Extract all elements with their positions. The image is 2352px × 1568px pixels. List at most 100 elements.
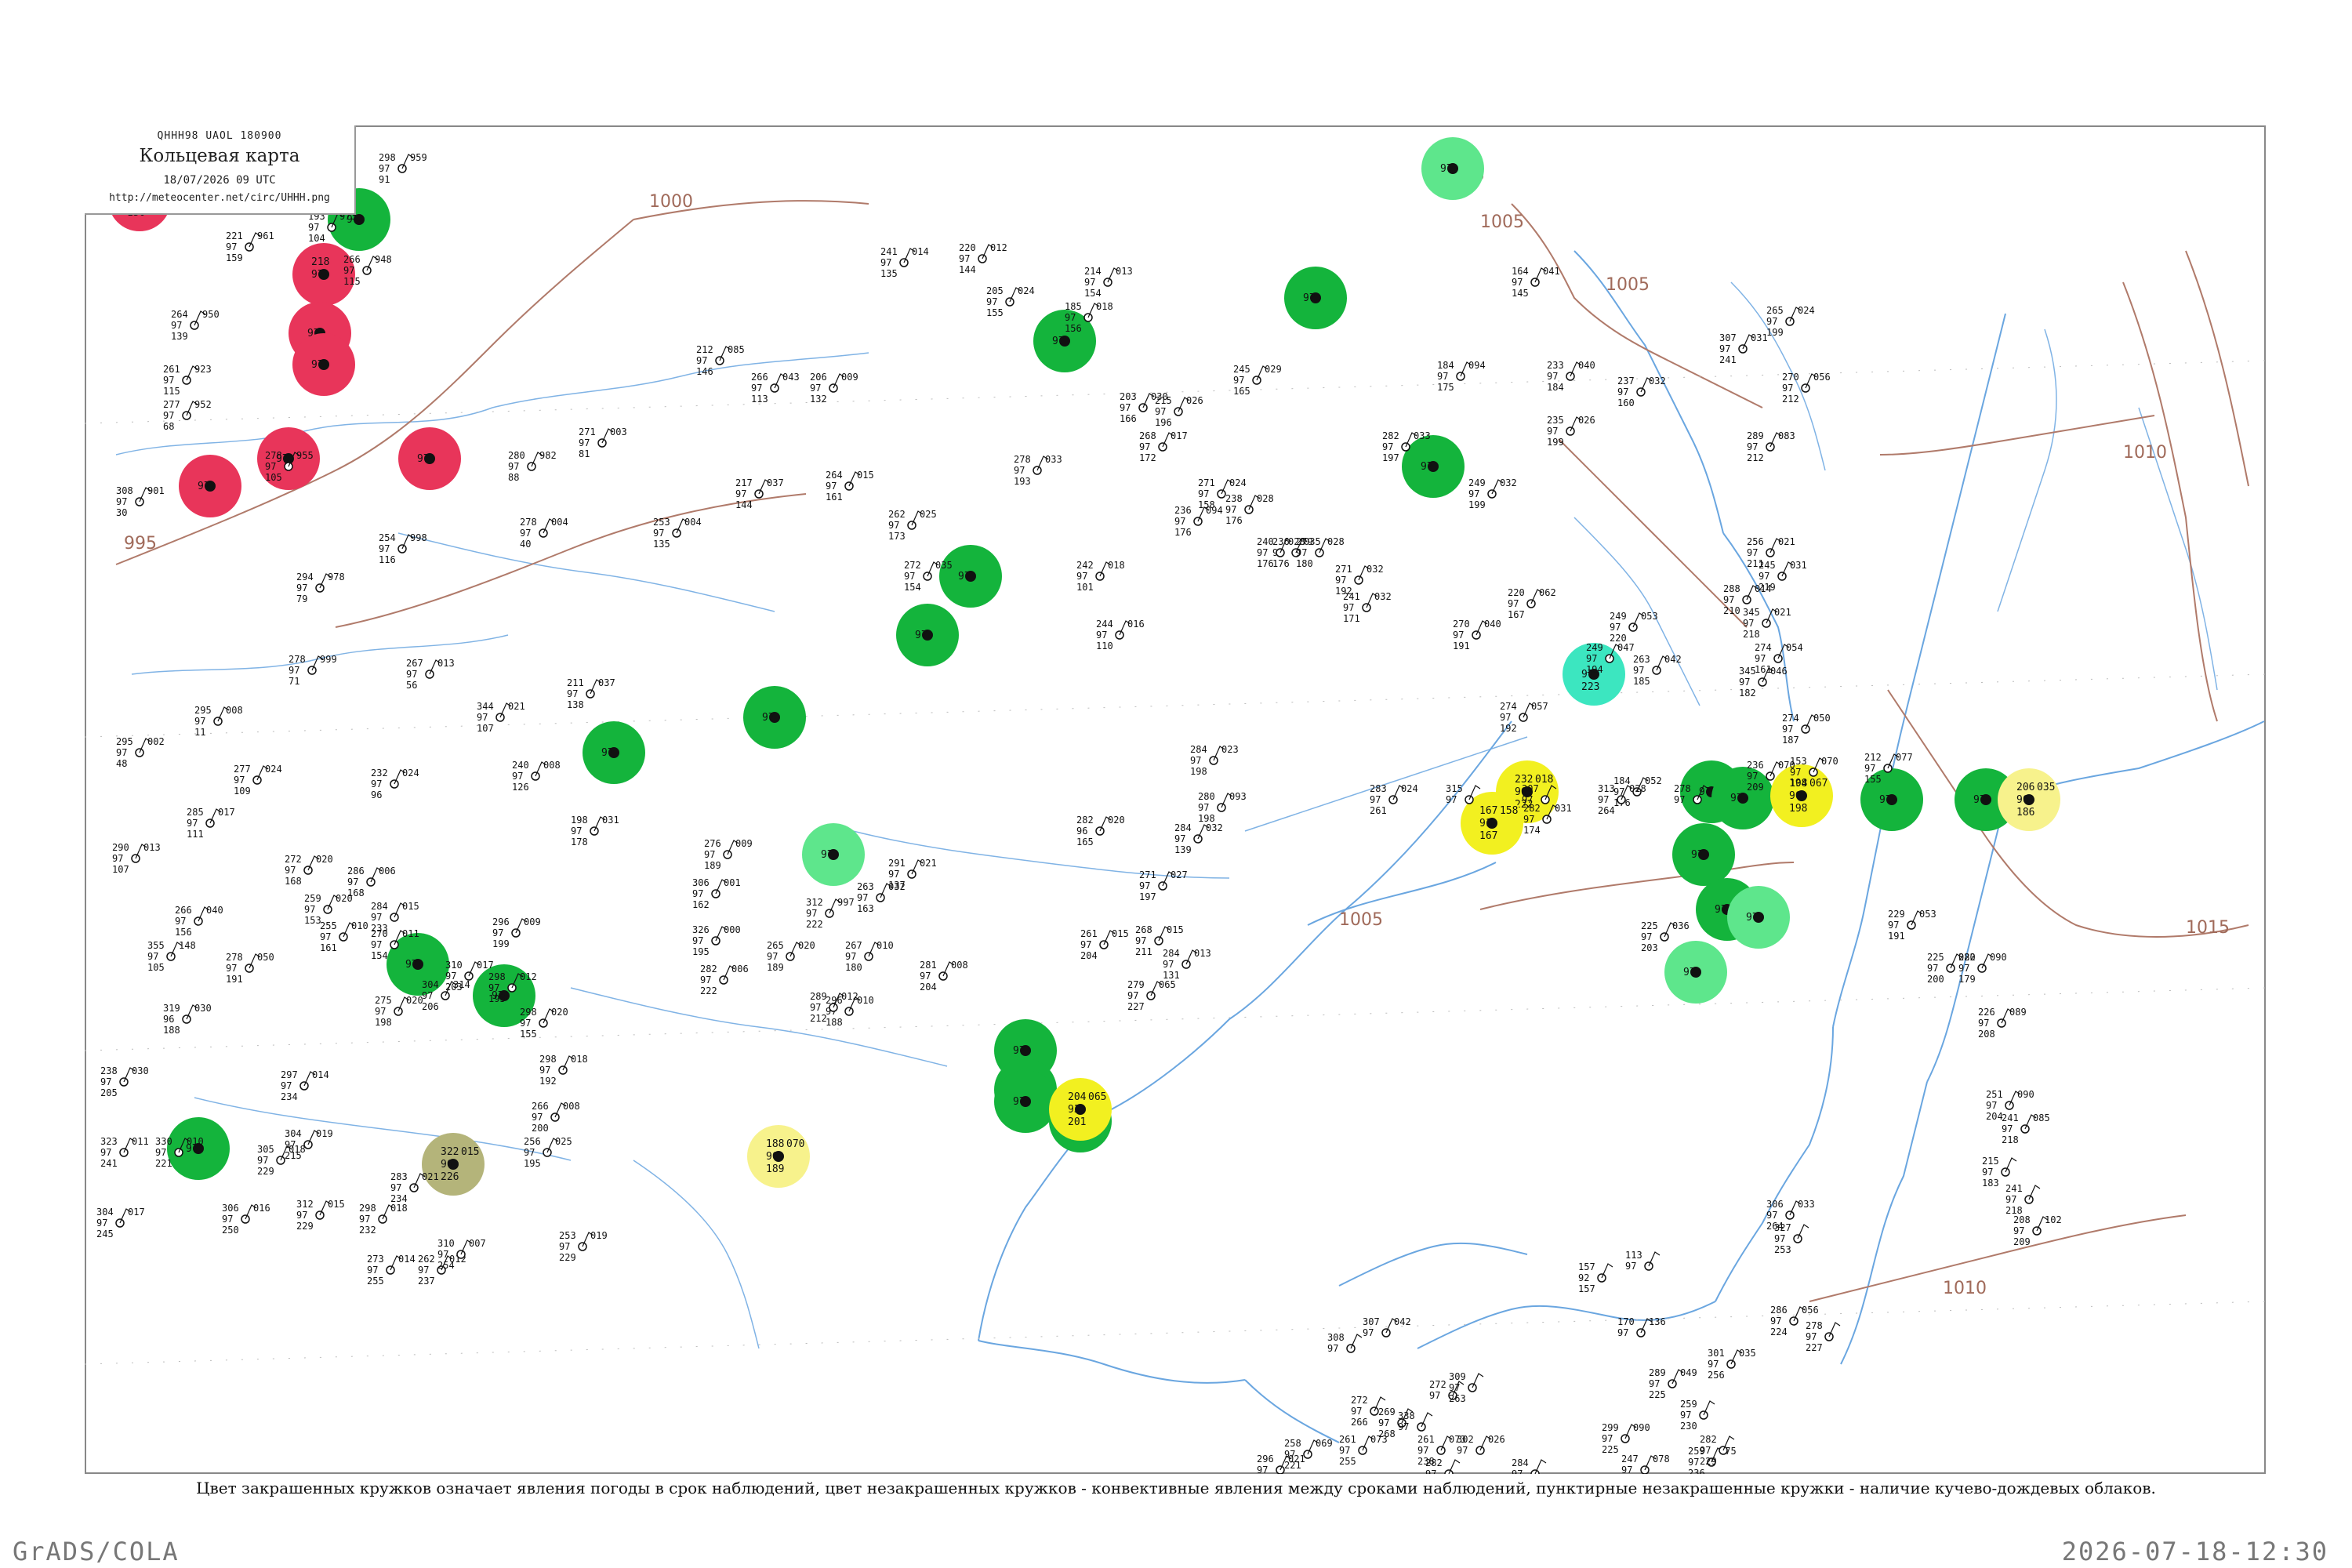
station-value: 302 — [1457, 1434, 1474, 1445]
filled-station-circle[interactable]: 20493201 065 — [1049, 1078, 1112, 1141]
station-value: 236 — [1174, 505, 1192, 516]
station-value: 97 — [1014, 465, 1025, 476]
station-value: 97 — [1759, 571, 1769, 582]
station-value: 274 — [1500, 701, 1517, 712]
station-value: 97 — [1674, 794, 1685, 805]
station-value: 019 — [316, 1128, 333, 1139]
filled-station-circle[interactable]: 18896189 070 — [747, 1125, 810, 1188]
station-value: 97 — [1437, 371, 1448, 382]
station-value: 97 — [1257, 1465, 1268, 1474]
weather-map[interactable]: 995 1000 1005 1005 1005 1005 1010 1010 1… — [84, 125, 2267, 1490]
filled-station-circle[interactable]: 97 — [1664, 941, 1727, 1004]
station-value: 008 — [563, 1101, 580, 1112]
station-value: 020 — [406, 995, 423, 1006]
station-value: 139 — [171, 331, 188, 342]
station-value: 113 — [751, 394, 768, 405]
station-value: 199 — [1468, 499, 1486, 510]
station-value: 170 — [1617, 1316, 1635, 1327]
station-value: 184 — [1437, 360, 1454, 371]
filled-station-circle[interactable]: 20696186 035 — [1998, 768, 2060, 831]
station-value: 92 — [1578, 1272, 1589, 1283]
filled-station-circle[interactable]: 97 — [583, 721, 645, 784]
station-value: 013 — [437, 658, 455, 669]
station-value: 272 — [1429, 1379, 1446, 1390]
filled-station-circle[interactable]: 32296226 015 — [422, 1133, 485, 1196]
station-value: 97 — [857, 892, 868, 903]
filled-station-circle[interactable]: 97 — [743, 686, 806, 749]
station-value: 154 — [371, 950, 388, 961]
station-value: 167 — [1479, 830, 1497, 842]
station-value: 212 — [1782, 394, 1799, 405]
station-value: 97 — [1747, 771, 1758, 782]
station-value: 249 — [1468, 477, 1486, 488]
source-url[interactable]: http://meteocenter.net/circ/UHHH.png — [85, 192, 354, 204]
filled-station-circle[interactable]: 97 — [1284, 267, 1347, 329]
station-value: 105 — [265, 472, 282, 483]
station-value: 97 — [1190, 755, 1201, 766]
filled-station-circle[interactable]: 97 — [994, 1070, 1057, 1133]
station-value: 79 — [296, 593, 307, 604]
station-value: 021 — [422, 1171, 439, 1182]
filled-station-circle[interactable]: 97 — [1421, 137, 1484, 200]
station-value: 211 — [1135, 946, 1152, 957]
station-value: 144 — [735, 499, 753, 510]
station-value: 97 — [311, 269, 324, 281]
station-value: 97 — [367, 1265, 378, 1276]
station-value: 97 — [281, 1080, 292, 1091]
filled-station-circle[interactable]: 19896198067 — [1770, 764, 1833, 827]
station-value: 191 — [226, 974, 243, 985]
station-value: 167 — [1508, 609, 1525, 620]
station-value: 97 — [1523, 814, 1534, 825]
station-value: 344 — [477, 701, 494, 712]
filled-station-circle[interactable]: 97 — [802, 823, 865, 886]
station-value: 203 — [445, 982, 463, 993]
station-value: 238 — [100, 1065, 118, 1076]
filled-station-circle[interactable]: 97 — [292, 333, 355, 396]
station-value: 245 — [1759, 560, 1776, 571]
station-value: 101 — [1076, 582, 1094, 593]
station-value: 194 — [1586, 664, 1603, 675]
filled-station-circle[interactable]: 97 — [896, 604, 959, 666]
station-value: 018 — [1096, 301, 1113, 312]
filled-station-circle[interactable]: 97 — [167, 1117, 230, 1180]
map-info-box: QHHH98 UAOL 180900 Кольцевая карта 18/07… — [85, 125, 356, 215]
station-value: 161 — [1755, 664, 1772, 675]
station-value: 010 — [351, 920, 368, 931]
station-value: 001 — [724, 877, 741, 888]
station-value: 97 — [1198, 802, 1209, 813]
station-value: 241 — [2002, 1112, 2019, 1123]
station-value: 113 — [1625, 1250, 1642, 1261]
filled-station-circle[interactable]: 97 — [1672, 823, 1735, 886]
filled-station-circle[interactable]: 97 — [939, 545, 1002, 608]
filled-station-circle[interactable]: 97 — [398, 427, 461, 490]
station-value: 104 — [1790, 778, 1807, 789]
filled-station-circle[interactable]: 97 — [1727, 886, 1790, 949]
station-value: 282 — [1425, 1457, 1443, 1468]
filled-station-circle[interactable]: 97 — [1402, 435, 1465, 498]
station-value: 278 — [1014, 454, 1031, 465]
station-value: 167 — [1479, 805, 1497, 817]
station-value: 210 — [1723, 605, 1740, 616]
station-value: 241 — [2005, 1183, 2023, 1194]
station-value: 97 — [1398, 1421, 1409, 1432]
station-value: 97 — [1617, 387, 1628, 397]
station-value: 68 — [163, 421, 174, 432]
station-value: 241 — [880, 246, 898, 257]
station-value: 017 — [1171, 430, 1188, 441]
station-value: 97 — [1417, 1445, 1428, 1456]
station-value: 026 — [1186, 395, 1203, 406]
station-value: 97 — [492, 927, 503, 938]
station-value: 97 — [1973, 794, 1986, 806]
station-value: 309 — [1449, 1371, 1466, 1382]
station-value: 234 — [390, 1193, 408, 1204]
station-value: 97 — [1135, 935, 1146, 946]
station-value: 278 — [289, 654, 306, 665]
filled-station-circle[interactable]: 97 — [1711, 767, 1774, 829]
station-value: 153 — [1790, 756, 1807, 767]
station-value: 215 — [1982, 1156, 1999, 1167]
station-value: 010 — [877, 940, 894, 951]
station-value: 161 — [320, 942, 337, 953]
filled-station-circle[interactable]: 97 — [179, 455, 241, 517]
station-value: 97 — [437, 1249, 448, 1260]
station-value: 270 — [1453, 619, 1470, 630]
